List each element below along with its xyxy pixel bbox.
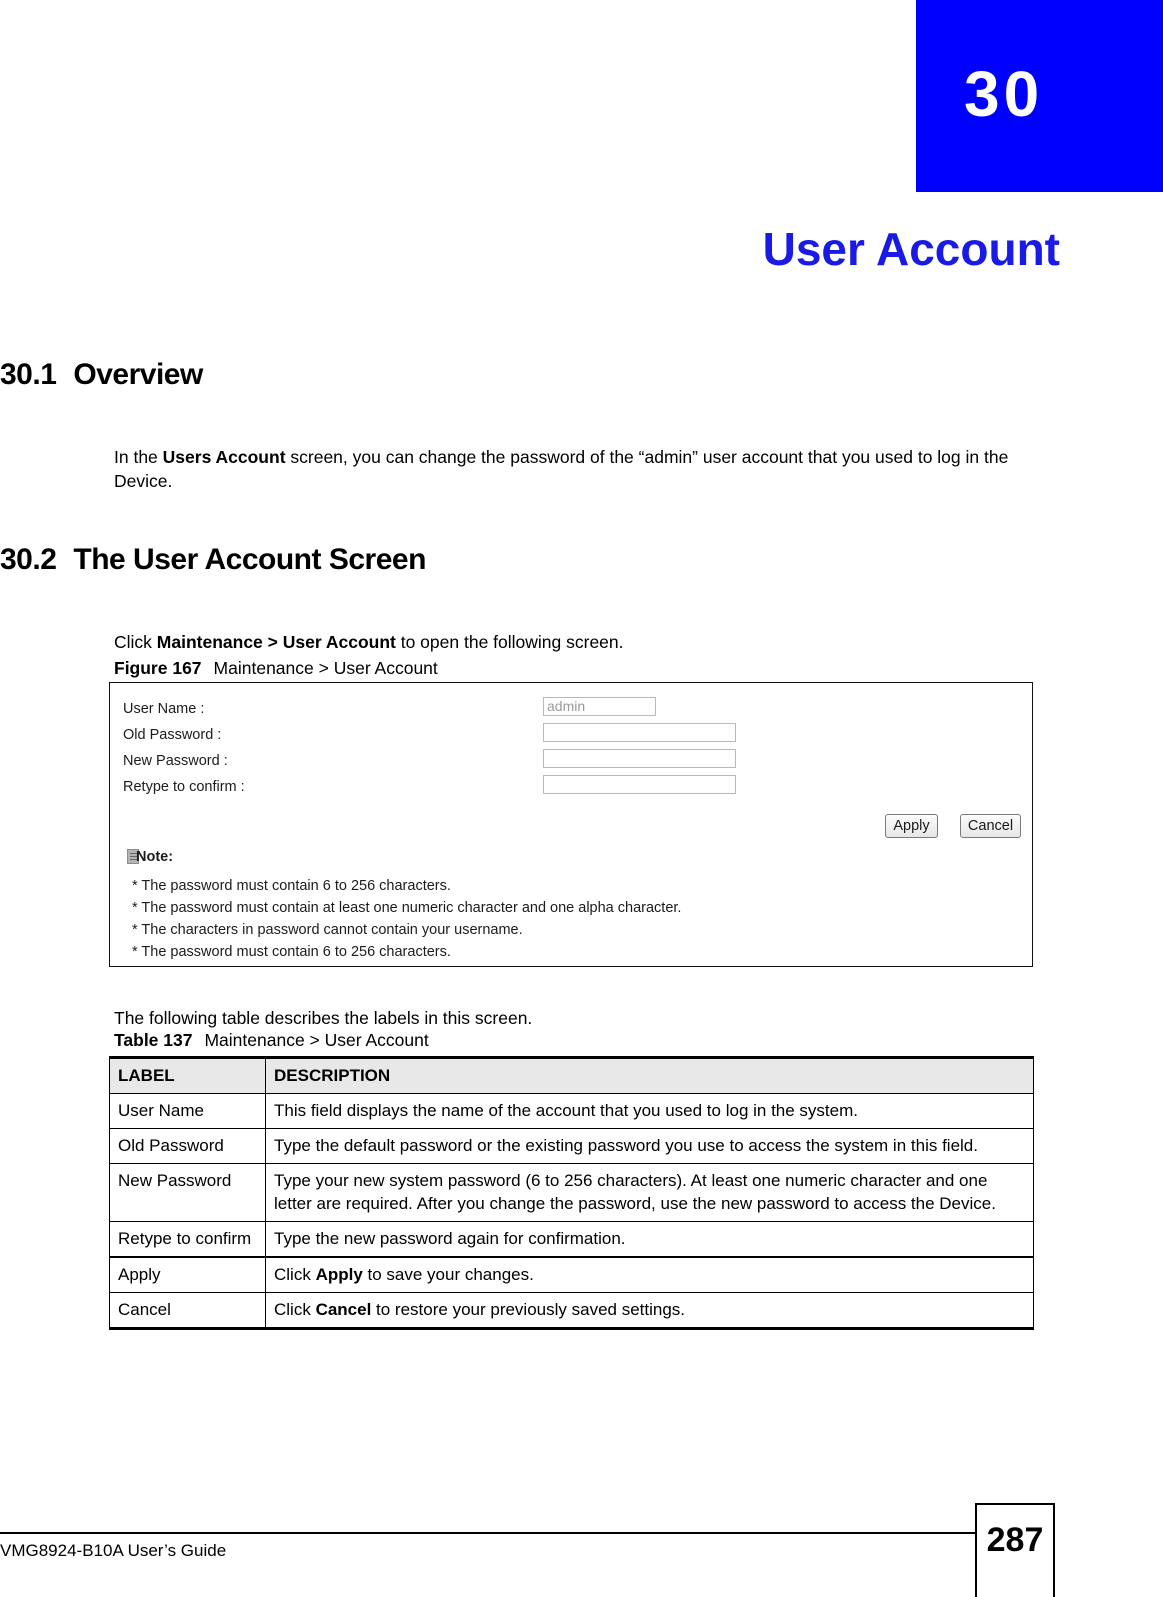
row-label: Cancel bbox=[109, 1292, 266, 1330]
note-item: * The password must contain 6 to 256 cha… bbox=[132, 944, 451, 960]
overview-paragraph: In the Users Account screen, you can cha… bbox=[114, 445, 1024, 493]
row-description-prefix: Click bbox=[274, 1265, 316, 1284]
figure-caption-text: Maintenance > User Account bbox=[213, 658, 438, 678]
row-description-suffix: to save your changes. bbox=[362, 1265, 534, 1284]
row-description: Click Cancel to restore your previously … bbox=[265, 1292, 1034, 1330]
section-number-overview: 30.1 bbox=[0, 358, 57, 391]
user-account-paragraph-bold: Maintenance > User Account bbox=[156, 631, 396, 652]
row-label: Apply bbox=[109, 1256, 266, 1293]
form-row-user-name: User Name : admin bbox=[110, 697, 1032, 725]
table-header-row: LABEL DESCRIPTION bbox=[109, 1056, 1034, 1094]
row-description: Type the default password or the existin… bbox=[265, 1128, 1034, 1164]
new-password-input[interactable] bbox=[543, 749, 736, 768]
chapter-title: User Account bbox=[762, 223, 1060, 275]
user-name-input[interactable]: admin bbox=[543, 697, 656, 716]
footer-divider bbox=[0, 1532, 977, 1534]
note-list: * The password must contain 6 to 256 cha… bbox=[132, 875, 1002, 963]
old-password-input[interactable] bbox=[543, 723, 736, 742]
footer-guide-title: VMG8924-B10A User’s Guide bbox=[0, 1541, 227, 1560]
figure-caption-label: Figure 167 bbox=[114, 658, 202, 678]
row-description-prefix: Type your new system password (6 to 256 … bbox=[274, 1171, 996, 1213]
user-account-screen-paragraph: Click Maintenance > User Account to open… bbox=[114, 630, 1024, 654]
row-description: This field displays the name of the acco… bbox=[265, 1093, 1034, 1129]
note-item: * The password must contain at least one… bbox=[132, 900, 682, 916]
table-row: Apply Click Apply to save your changes. bbox=[109, 1256, 1034, 1293]
chapter-number: 30 bbox=[964, 58, 1044, 130]
section-number-user-account-screen: 30.2 bbox=[0, 543, 57, 576]
row-label: Old Password bbox=[109, 1128, 266, 1164]
chapter-header-bar: 30 bbox=[916, 0, 1163, 192]
user-name-value: admin bbox=[547, 698, 586, 714]
overview-paragraph-prefix: In the bbox=[114, 446, 163, 467]
cancel-button[interactable]: Cancel bbox=[960, 814, 1021, 838]
figure-caption: Figure 167 Maintenance > User Account bbox=[114, 658, 438, 679]
page-number: 287 bbox=[986, 1521, 1044, 1559]
section-title-overview: Overview bbox=[73, 358, 203, 391]
section-title-user-account-screen: The User Account Screen bbox=[73, 543, 426, 576]
row-description-prefix: Type the default password or the existin… bbox=[274, 1136, 978, 1155]
device-screenshot-figure: User Name : admin Old Password : New Pas… bbox=[109, 682, 1033, 967]
row-description: Click Apply to save your changes. bbox=[265, 1256, 1034, 1293]
table-caption-text: Maintenance > User Account bbox=[204, 1030, 429, 1050]
retype-confirm-input[interactable] bbox=[543, 775, 736, 794]
form-row-retype-confirm: Retype to confirm : bbox=[110, 775, 1032, 803]
column-header-description: DESCRIPTION bbox=[265, 1056, 1034, 1094]
user-account-paragraph-prefix: Click bbox=[114, 631, 157, 652]
row-description: Type your new system password (6 to 256 … bbox=[265, 1163, 1034, 1222]
form-row-old-password: Old Password : bbox=[110, 723, 1032, 751]
retype-confirm-label: Retype to confirm : bbox=[123, 779, 245, 795]
row-description: Type the new password again for confirma… bbox=[265, 1221, 1034, 1258]
old-password-label: Old Password : bbox=[123, 727, 222, 743]
user-name-label: User Name : bbox=[123, 701, 205, 717]
section-heading-overview: 30.1 Overview bbox=[0, 358, 203, 392]
table-row: User Name This field displays the name o… bbox=[109, 1093, 1034, 1129]
row-description-prefix: Type the new password again for confirma… bbox=[274, 1229, 626, 1248]
table-row: Retype to confirm Type the new password … bbox=[109, 1221, 1034, 1258]
table-row: Cancel Click Cancel to restore your prev… bbox=[109, 1292, 1034, 1330]
row-description-prefix: Click bbox=[274, 1300, 316, 1319]
page-number-box: 287 bbox=[975, 1503, 1055, 1597]
row-label: New Password bbox=[109, 1163, 266, 1222]
form-row-new-password: New Password : bbox=[110, 749, 1032, 777]
table-intro-paragraph: The following table describes the labels… bbox=[114, 1007, 533, 1028]
row-label: User Name bbox=[109, 1093, 266, 1129]
note-item: * The password must contain 6 to 256 cha… bbox=[132, 878, 451, 894]
column-header-label: LABEL bbox=[109, 1056, 266, 1094]
new-password-label: New Password : bbox=[123, 753, 228, 769]
row-description-bold: Apply bbox=[315, 1265, 363, 1284]
table-caption-label: Table 137 bbox=[114, 1030, 193, 1050]
table-caption: Table 137 Maintenance > User Account bbox=[114, 1030, 429, 1051]
table-row: Old Password Type the default password o… bbox=[109, 1128, 1034, 1164]
note-title: Note: bbox=[136, 849, 174, 865]
overview-paragraph-bold: Users Account bbox=[162, 446, 286, 467]
row-description-bold: Cancel bbox=[315, 1300, 372, 1319]
label-description-table: LABEL DESCRIPTION User Name This field d… bbox=[109, 1056, 1034, 1330]
table-row: New Password Type your new system passwo… bbox=[109, 1163, 1034, 1222]
section-heading-user-account-screen: 30.2 The User Account Screen bbox=[0, 543, 426, 577]
row-description-suffix: to restore your previously saved setting… bbox=[371, 1300, 686, 1319]
apply-button[interactable]: Apply bbox=[885, 814, 938, 838]
row-description-prefix: This field displays the name of the acco… bbox=[274, 1101, 858, 1120]
note-item: * The characters in password cannot cont… bbox=[132, 922, 523, 938]
user-account-paragraph-suffix: to open the following screen. bbox=[395, 631, 624, 652]
row-label: Retype to confirm bbox=[109, 1221, 266, 1258]
